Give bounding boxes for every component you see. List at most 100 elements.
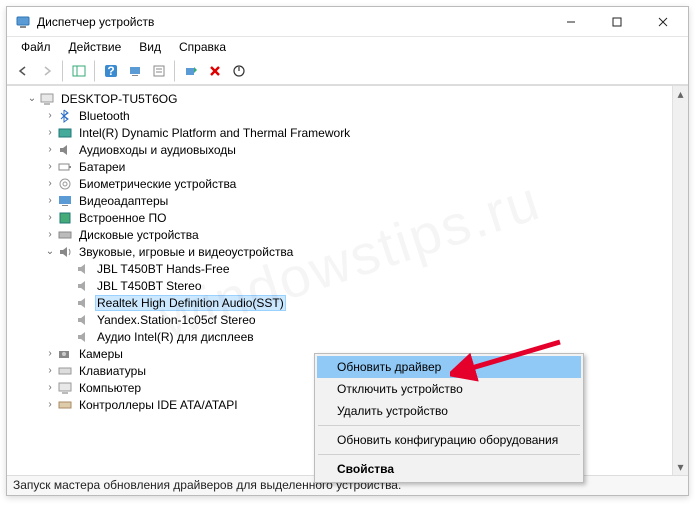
fingerprint-icon bbox=[57, 176, 73, 192]
node-label: Realtek High Definition Audio(SST) bbox=[95, 295, 286, 311]
expand-icon[interactable]: › bbox=[43, 399, 57, 410]
context-menu: Обновить драйвер Отключить устройство Уд… bbox=[314, 353, 584, 483]
speaker-icon bbox=[75, 278, 91, 294]
tree-node-batteries[interactable]: › Батареи bbox=[7, 158, 672, 175]
toolbar: ? bbox=[7, 57, 688, 85]
minimize-button[interactable] bbox=[548, 7, 594, 37]
ctx-disable-device[interactable]: Отключить устройство bbox=[317, 378, 581, 400]
audio-io-icon bbox=[57, 142, 73, 158]
node-label: Дисковые устройства bbox=[77, 228, 201, 242]
disable-button[interactable] bbox=[228, 60, 250, 82]
device-icon bbox=[57, 125, 73, 141]
expand-icon[interactable]: › bbox=[43, 229, 57, 240]
expand-icon[interactable]: › bbox=[43, 212, 57, 223]
expand-icon[interactable]: › bbox=[43, 195, 57, 206]
ctx-properties[interactable]: Свойства bbox=[317, 458, 581, 480]
tree-node-sound[interactable]: ⌄ Звуковые, игровые и видеоустройства bbox=[7, 243, 672, 260]
app-icon bbox=[15, 14, 31, 30]
node-label: Клавиатуры bbox=[77, 364, 148, 378]
node-label: Батареи bbox=[77, 160, 127, 174]
expand-icon[interactable]: › bbox=[43, 127, 57, 138]
menu-help[interactable]: Справка bbox=[171, 38, 234, 56]
node-label: Видеоадаптеры bbox=[77, 194, 170, 208]
tree-leaf-realtek[interactable]: Realtek High Definition Audio(SST) bbox=[7, 294, 672, 311]
expand-icon[interactable]: › bbox=[43, 382, 57, 393]
scroll-up-icon[interactable]: ▴ bbox=[673, 86, 688, 102]
tree-leaf-yandex[interactable]: Yandex.Station-1c05cf Stereo bbox=[7, 311, 672, 328]
close-button[interactable] bbox=[640, 7, 686, 37]
expand-icon[interactable]: › bbox=[43, 365, 57, 376]
node-label: JBL T450BT Stereo bbox=[95, 279, 204, 293]
node-label: Аудио Intel(R) для дисплеев bbox=[95, 330, 256, 344]
disk-icon bbox=[57, 227, 73, 243]
node-label: Камеры bbox=[77, 347, 125, 361]
tree-node-video[interactable]: › Видеоадаптеры bbox=[7, 192, 672, 209]
computer-icon bbox=[57, 380, 73, 396]
display-adapter-icon bbox=[57, 193, 73, 209]
update-driver-button[interactable] bbox=[180, 60, 202, 82]
window-title: Диспетчер устройств bbox=[37, 15, 548, 29]
node-label: Yandex.Station-1c05cf Stereo bbox=[95, 313, 258, 327]
forward-button[interactable] bbox=[36, 60, 58, 82]
separator bbox=[62, 60, 64, 82]
node-label: Биометрические устройства bbox=[77, 177, 238, 191]
firmware-icon bbox=[57, 210, 73, 226]
titlebar: Диспетчер устройств bbox=[7, 7, 688, 37]
separator bbox=[94, 60, 96, 82]
node-label: Контроллеры IDE ATA/ATAPI bbox=[77, 398, 240, 412]
computer-icon bbox=[39, 91, 55, 107]
expand-icon[interactable]: › bbox=[43, 110, 57, 121]
vertical-scrollbar[interactable]: ▴ ▾ bbox=[672, 86, 688, 475]
tree-node-firmware[interactable]: › Встроенное ПО bbox=[7, 209, 672, 226]
menu-view[interactable]: Вид bbox=[131, 38, 169, 56]
help-button[interactable]: ? bbox=[100, 60, 122, 82]
battery-icon bbox=[57, 159, 73, 175]
ctx-update-driver[interactable]: Обновить драйвер bbox=[317, 356, 581, 378]
ctx-scan-hardware[interactable]: Обновить конфигурацию оборудования bbox=[317, 429, 581, 451]
tree-leaf-jbl-hf[interactable]: JBL T450BT Hands-Free bbox=[7, 260, 672, 277]
separator bbox=[318, 425, 580, 426]
svg-text:?: ? bbox=[107, 64, 114, 78]
speaker-icon bbox=[75, 312, 91, 328]
tree-node-intel-dptf[interactable]: › Intel(R) Dynamic Platform and Thermal … bbox=[7, 124, 672, 141]
menubar: Файл Действие Вид Справка bbox=[7, 37, 688, 57]
maximize-button[interactable] bbox=[594, 7, 640, 37]
tree-node-bluetooth[interactable]: › Bluetooth bbox=[7, 107, 672, 124]
menu-file[interactable]: Файл bbox=[13, 38, 59, 56]
node-label: Intel(R) Dynamic Platform and Thermal Fr… bbox=[77, 126, 352, 140]
node-label: JBL T450BT Hands-Free bbox=[95, 262, 232, 276]
tree-node-audio-io[interactable]: › Аудиовходы и аудиовыходы bbox=[7, 141, 672, 158]
expand-icon[interactable]: › bbox=[43, 178, 57, 189]
ctx-uninstall-device[interactable]: Удалить устройство bbox=[317, 400, 581, 422]
speaker-icon bbox=[57, 244, 73, 260]
tree-leaf-jbl-st[interactable]: JBL T450BT Stereo bbox=[7, 277, 672, 294]
tree-root[interactable]: ⌄ DESKTOP-TU5T6OG bbox=[7, 90, 672, 107]
expand-icon[interactable]: › bbox=[43, 144, 57, 155]
uninstall-button[interactable] bbox=[204, 60, 226, 82]
node-label: Bluetooth bbox=[77, 109, 132, 123]
speaker-icon bbox=[75, 295, 91, 311]
tree-node-disk[interactable]: › Дисковые устройства bbox=[7, 226, 672, 243]
node-label: DESKTOP-TU5T6OG bbox=[59, 92, 179, 106]
node-label: Встроенное ПО bbox=[77, 211, 168, 225]
collapse-icon[interactable]: ⌄ bbox=[43, 246, 57, 257]
window-controls bbox=[548, 7, 686, 37]
scroll-down-icon[interactable]: ▾ bbox=[673, 459, 688, 475]
node-label: Аудиовходы и аудиовыходы bbox=[77, 143, 238, 157]
speaker-icon bbox=[75, 261, 91, 277]
camera-icon bbox=[57, 346, 73, 362]
back-button[interactable] bbox=[12, 60, 34, 82]
tree-node-biometric[interactable]: › Биометрические устройства bbox=[7, 175, 672, 192]
scan-hardware-button[interactable] bbox=[124, 60, 146, 82]
tree-leaf-intel-display-audio[interactable]: Аудио Intel(R) для дисплеев bbox=[7, 328, 672, 345]
expand-icon[interactable]: › bbox=[43, 348, 57, 359]
controller-icon bbox=[57, 397, 73, 413]
properties-button[interactable] bbox=[148, 60, 170, 82]
expand-icon[interactable]: › bbox=[43, 161, 57, 172]
menu-action[interactable]: Действие bbox=[61, 38, 130, 56]
node-label: Компьютер bbox=[77, 381, 143, 395]
show-hide-tree-button[interactable] bbox=[68, 60, 90, 82]
bluetooth-icon bbox=[57, 108, 73, 124]
separator bbox=[318, 454, 580, 455]
collapse-icon[interactable]: ⌄ bbox=[25, 93, 39, 104]
